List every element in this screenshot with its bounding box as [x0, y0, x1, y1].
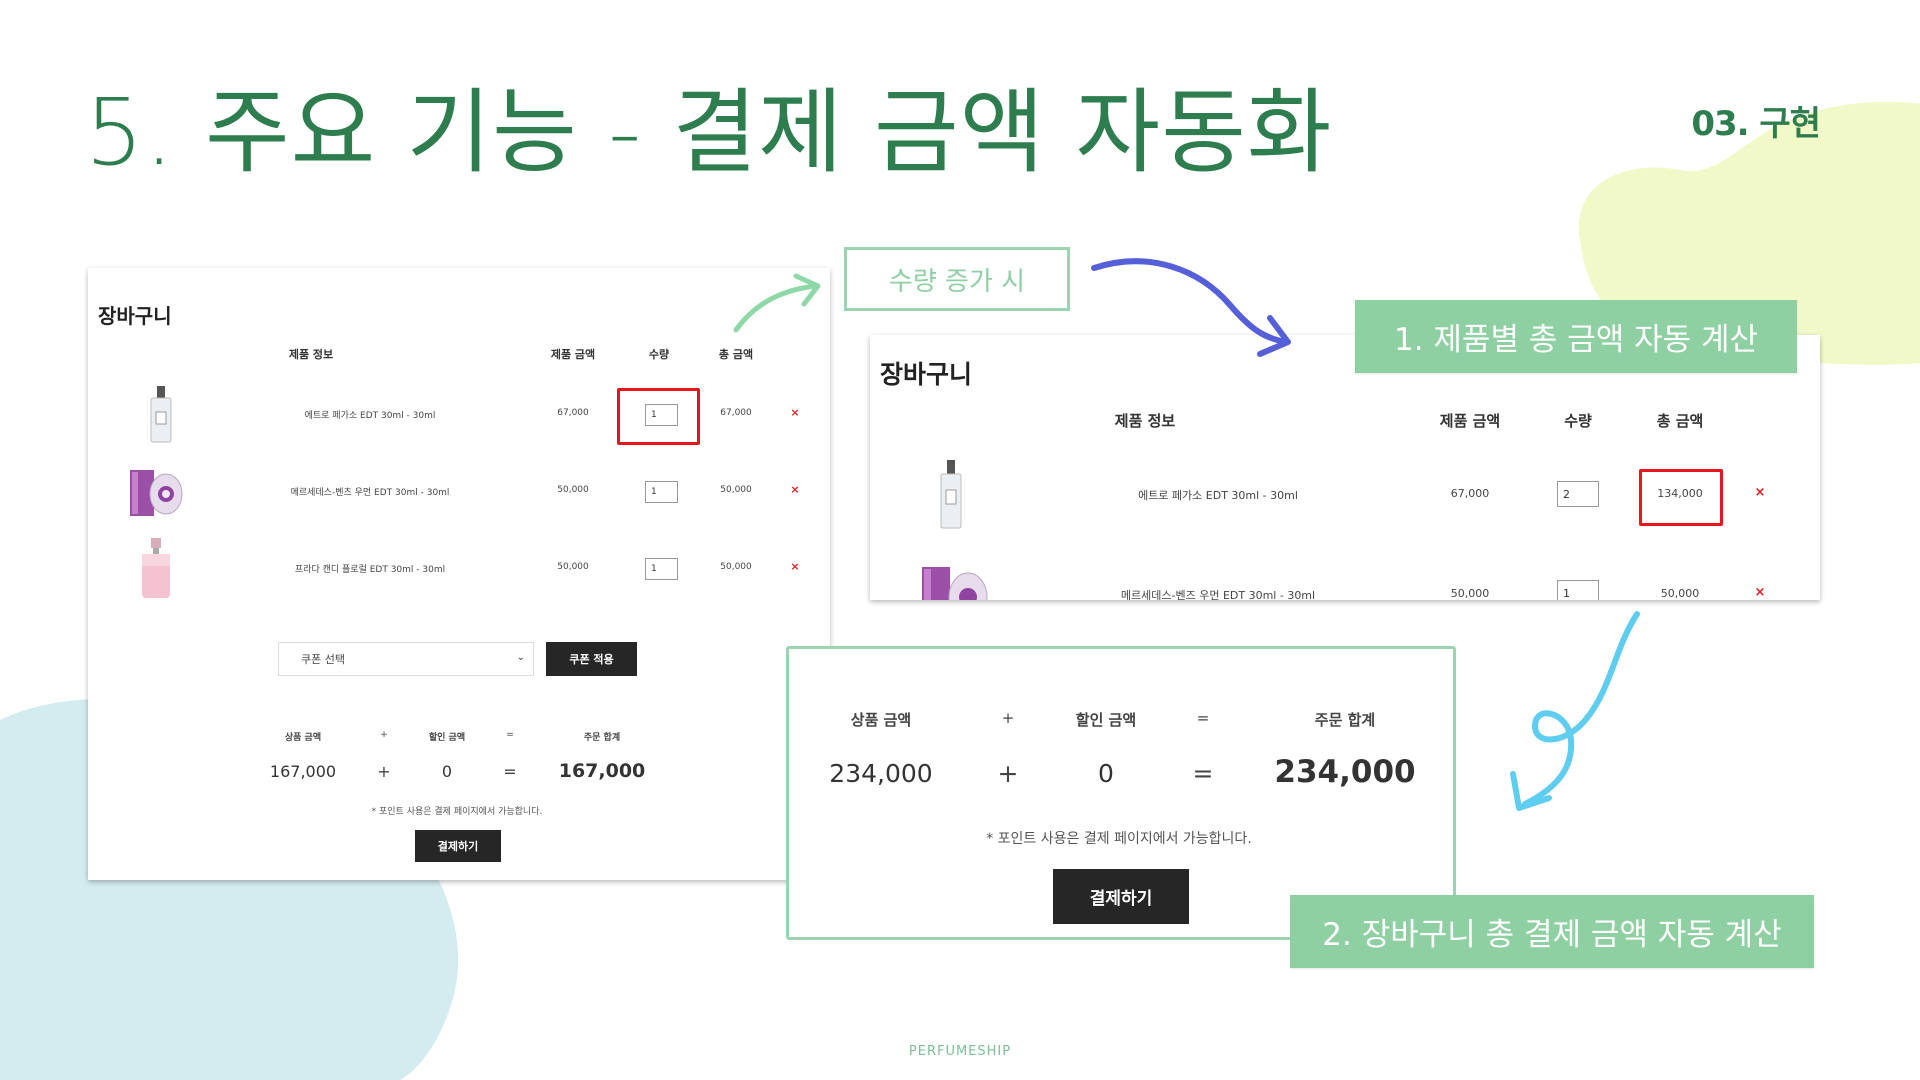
footer-brand: PERFUMESHIP — [908, 1044, 1012, 1059]
cart-title: 장바구니 — [880, 360, 973, 389]
item-price: 67,000 — [557, 408, 589, 418]
equals-sign: = — [1196, 709, 1210, 727]
quantity-input[interactable]: 1 — [645, 558, 678, 580]
header-product-info: 제품 정보 — [1114, 412, 1176, 430]
plus-sign: + — [1001, 709, 1015, 727]
item-total: 50,000 — [1660, 587, 1700, 600]
section-tag: 03. 구현 — [1691, 104, 1821, 144]
item-total: 50,000 — [720, 485, 752, 495]
item-name[interactable]: 메르세데스-벤츠 우먼 EDT 30ml - 30ml — [291, 485, 450, 498]
equals-sign: = — [503, 762, 517, 781]
callout-qty-increase: 수량 증가 시 — [844, 247, 1070, 311]
coupon-select-value: 쿠폰 선택 — [301, 653, 345, 666]
item-price: 50,000 — [1450, 587, 1490, 600]
item-total: 67,000 — [720, 408, 752, 418]
order-total-value: 234,000 — [1274, 754, 1416, 790]
product-amount-label: 상품 금액 — [284, 733, 322, 743]
item-price: 67,000 — [1450, 487, 1490, 500]
equals-sign: = — [1192, 759, 1214, 788]
checkout-button[interactable]: 결제하기 — [415, 830, 501, 862]
quantity-input[interactable]: 2 — [1557, 481, 1599, 507]
perfume-bottle-pink-icon — [142, 538, 170, 598]
order-total-label: 주문 합계 — [1314, 711, 1376, 729]
checkout-button[interactable]: 결제하기 — [1053, 869, 1189, 924]
cart-title: 장바구니 — [98, 304, 172, 328]
item-price: 50,000 — [557, 485, 589, 495]
delete-item-icon[interactable]: × — [790, 483, 799, 496]
discount-amount-label: 할인 금액 — [1075, 711, 1137, 729]
header-quantity: 수량 — [1564, 412, 1592, 430]
product-amount-value: 234,000 — [829, 759, 933, 788]
coupon-apply-button[interactable]: 쿠폰 적용 — [546, 642, 637, 676]
header-total: 총 금액 — [1656, 412, 1704, 430]
cart-screenshot-before: 장바구니 제품 정보 제품 금액 수량 총 금액 에트로 페가소 EDT 30m… — [88, 268, 830, 880]
cart-screenshot-after: 장바구니 제품 정보 제품 금액 수량 총 금액 에트로 페가소 EDT 30m… — [870, 335, 1820, 600]
perfume-bottle-clear-icon — [940, 460, 962, 529]
item-total: 50,000 — [720, 562, 752, 572]
plus-sign: + — [377, 762, 391, 781]
equals-sign: = — [506, 730, 514, 740]
header-quantity: 수량 — [648, 348, 670, 361]
order-total-label: 주문 합계 — [583, 733, 621, 743]
order-total-value: 167,000 — [558, 760, 646, 782]
item-name[interactable]: 프라다 캔디 플로럴 EDT 30ml - 30ml — [295, 562, 445, 575]
header-product-info: 제품 정보 — [288, 348, 334, 361]
points-note: * 포인트 사용은 결제 페이지에서 가능합니다. — [986, 831, 1252, 847]
perfume-box-purple-icon — [922, 567, 988, 600]
header-product-price: 제품 금액 — [550, 348, 596, 361]
discount-amount-value: 0 — [1098, 759, 1114, 788]
cyan-loop-arrow-icon — [1510, 611, 1640, 811]
chevron-down-icon: ⌄ — [516, 652, 525, 663]
delete-item-icon[interactable]: × — [1755, 585, 1766, 600]
perfume-box-purple-icon — [130, 470, 183, 516]
product-amount-label: 상품 금액 — [850, 711, 912, 729]
perfume-bottle-clear-icon — [150, 386, 172, 443]
delete-item-icon[interactable]: × — [790, 406, 799, 419]
points-note: * 포인트 사용은 결제 페이지에서 가능합니다. — [371, 807, 543, 817]
quantity-input[interactable]: 1 — [645, 481, 678, 503]
delete-item-icon[interactable]: × — [790, 560, 799, 573]
quantity-input[interactable]: 1 — [1557, 580, 1599, 600]
item-price: 50,000 — [557, 562, 589, 572]
delete-item-icon[interactable]: × — [1755, 485, 1766, 500]
header-total: 총 금액 — [718, 348, 754, 361]
callout-auto-cart-total: 2. 장바구니 총 결제 금액 자동 계산 — [1290, 895, 1814, 968]
total-highlight-box — [1639, 469, 1723, 526]
discount-amount-label: 할인 금액 — [428, 733, 466, 743]
item-name[interactable]: 에트로 페가소 EDT 30ml - 30ml — [1138, 487, 1298, 503]
quantity-highlight-box — [617, 388, 700, 445]
blue-arrow-icon — [1091, 258, 1291, 357]
product-amount-value: 167,000 — [269, 762, 337, 781]
green-arrow-icon — [733, 273, 821, 333]
slide-title: 5. 주요 기능 - 결제 금액 자동화 — [85, 79, 1333, 186]
discount-amount-value: 0 — [441, 762, 453, 781]
coupon-select[interactable]: 쿠폰 선택 ⌄ — [278, 642, 534, 676]
item-name[interactable]: 메르세데스-벤즈 우먼 EDT 30ml - 30ml — [1121, 587, 1315, 600]
plus-sign: + — [380, 730, 388, 740]
callout-auto-item-total: 1. 제품별 총 금액 자동 계산 — [1355, 300, 1797, 373]
item-name[interactable]: 에트로 페가소 EDT 30ml - 30ml — [305, 408, 436, 421]
plus-sign: + — [997, 759, 1019, 788]
header-product-price: 제품 금액 — [1439, 412, 1501, 430]
